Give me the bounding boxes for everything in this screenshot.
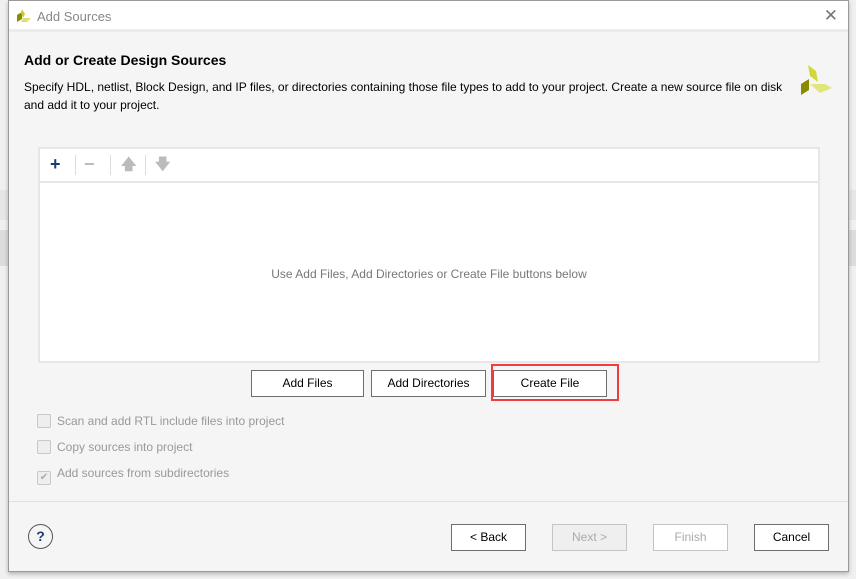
back-button[interactable]: < Back (451, 524, 526, 551)
empty-list-message: Use Add Files, Add Directories or Create… (271, 267, 587, 281)
remove-icon[interactable]: − (84, 154, 95, 175)
option-add-subdirectories[interactable]: ✔ Add sources from subdirectories (37, 466, 229, 485)
checkbox-checked[interactable]: ✔ (37, 471, 51, 485)
checkbox[interactable] (37, 414, 51, 428)
option-label: Add sources from subdirectories (57, 466, 230, 480)
vivado-logo-icon (17, 9, 31, 22)
option-copy-sources[interactable]: Copy sources into project (37, 440, 192, 454)
help-button[interactable]: ? (28, 524, 53, 549)
divider (110, 155, 111, 175)
footer-divider (9, 501, 848, 502)
title-bar: Add Sources ✕ (9, 1, 848, 32)
move-down-icon[interactable]: 🡇 (155, 154, 170, 179)
checkbox[interactable] (37, 440, 51, 454)
vivado-logo-icon (801, 65, 832, 95)
cancel-button[interactable]: Cancel (754, 524, 829, 551)
finish-button[interactable]: Finish (653, 524, 728, 551)
page-title: Add or Create Design Sources (24, 52, 227, 68)
divider (145, 155, 146, 175)
add-sources-dialog: Add Sources ✕ Add or Create Design Sourc… (8, 0, 849, 572)
file-list-toolbar: + − 🡅 🡇 (40, 149, 818, 183)
move-up-icon[interactable]: 🡅 (121, 154, 136, 179)
option-label: Copy sources into project (57, 440, 193, 454)
add-directories-button[interactable]: Add Directories (371, 370, 486, 397)
window-title: Add Sources (37, 9, 112, 24)
add-icon[interactable]: + (50, 154, 61, 175)
close-icon[interactable]: ✕ (824, 6, 838, 26)
source-file-list: + − 🡅 🡇 Use Add Files, Add Directories o… (38, 147, 820, 363)
create-file-button[interactable]: Create File (493, 370, 607, 397)
add-files-button[interactable]: Add Files (251, 370, 364, 397)
option-label: Scan and add RTL include files into proj… (57, 414, 285, 428)
next-button[interactable]: Next > (552, 524, 627, 551)
page-description: Specify HDL, netlist, Block Design, and … (24, 80, 783, 112)
option-scan-rtl-include[interactable]: Scan and add RTL include files into proj… (37, 414, 284, 428)
divider (75, 155, 76, 175)
